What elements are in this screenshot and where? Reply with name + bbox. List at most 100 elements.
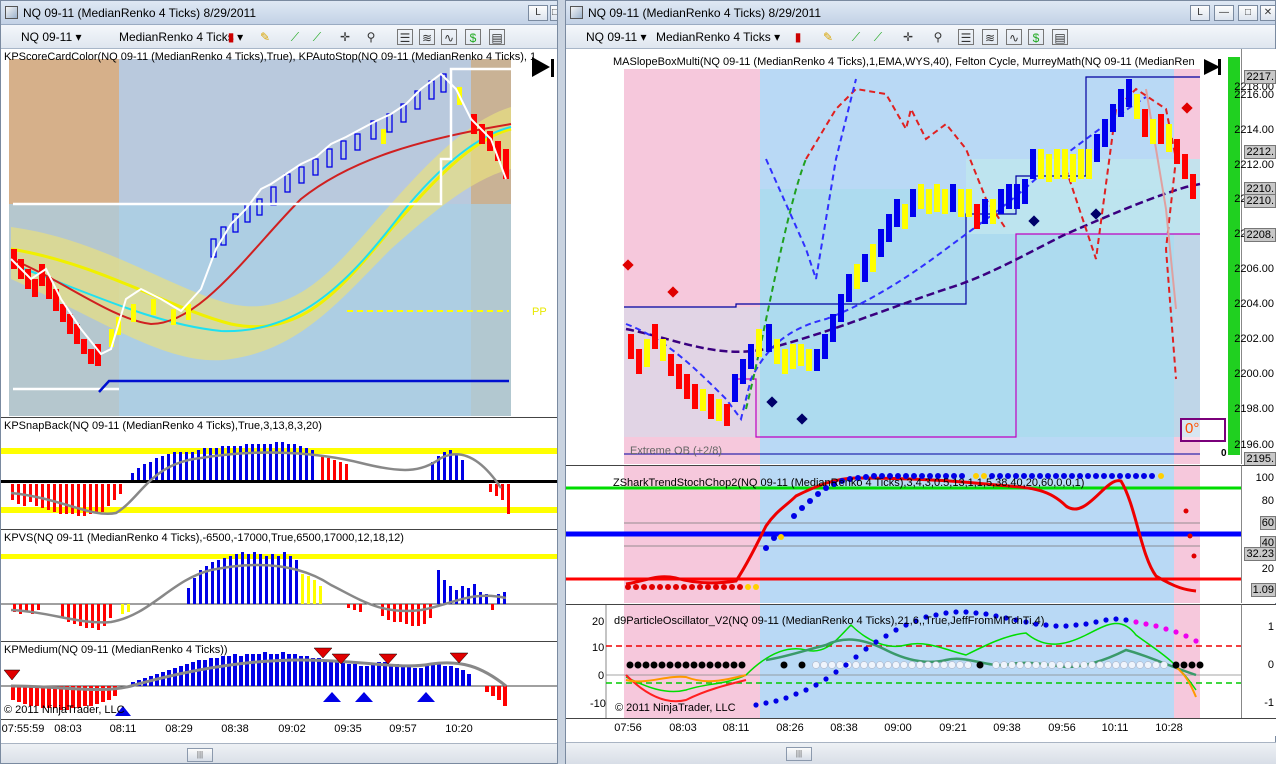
instrument-selector[interactable]: NQ 09-11 ▾: [584, 29, 649, 45]
data-box-icon[interactable]: ▤: [489, 29, 505, 45]
y-tick: 1: [1267, 621, 1274, 633]
zoom-icon[interactable]: ⚲: [363, 29, 379, 45]
price-tag: 2212.: [1244, 145, 1276, 159]
indicators-icon[interactable]: ≋: [419, 29, 435, 45]
right-title-bar[interactable]: NQ 09-11 (MedianRenko 4 Ticks) 8/29/2011…: [566, 1, 1275, 25]
data-box-icon[interactable]: ▤: [1052, 29, 1068, 45]
maximize-button[interactable]: □: [1238, 5, 1258, 21]
right-price-y-axis[interactable]: 2218.00 2216.00 2214.00 2212.00 2210.00 …: [1234, 49, 1276, 466]
properties-icon[interactable]: ☰: [958, 29, 974, 45]
x-tick: 09:00: [884, 722, 912, 734]
y-tick: 2204.00: [1234, 298, 1274, 310]
drawing-tool-icon[interactable]: ✎: [257, 29, 273, 45]
y-tick: 2206.00: [1234, 263, 1274, 275]
chevron-down-icon: ▾: [640, 30, 647, 44]
indicators-icon[interactable]: ≋: [982, 29, 998, 45]
link-button[interactable]: L: [1190, 5, 1210, 21]
shark-tag: 32.23: [1244, 547, 1276, 561]
period-value: MedianRenko 4 Ticks: [119, 30, 234, 44]
right-price-pane[interactable]: MASlopeBoxMulti(NQ 09-11 (MedianRenko 4 …: [566, 49, 1224, 464]
left-scrollbar[interactable]: |||: [1, 743, 557, 763]
link-button[interactable]: L: [528, 5, 548, 21]
y-tick: 80: [1261, 495, 1274, 507]
snapback-pane[interactable]: KPSnapBack(NQ 09-11 (MedianRenko 4 Ticks…: [1, 417, 557, 529]
x-tick: 09:38: [993, 722, 1021, 734]
bar-type-icon[interactable]: ▮: [790, 29, 806, 45]
particle-y-axis[interactable]: 1 0 -1: [1241, 604, 1276, 718]
x-tick: 09:35: [334, 723, 362, 735]
crosshair-icon[interactable]: ✛: [900, 29, 916, 45]
x-tick: 07:55:59: [1, 723, 45, 735]
minimize-button[interactable]: —: [1214, 5, 1234, 21]
add-line2-icon[interactable]: ⟋: [309, 29, 325, 45]
left-title-bar[interactable]: NQ 09-11 (MedianRenko 4 Ticks) 8/29/2011…: [1, 1, 557, 25]
y-tick: 100: [1255, 472, 1274, 484]
kpmedium-indicator-label: KPMedium(NQ 09-11 (MedianRenko 4 Ticks)): [4, 644, 228, 656]
price-tag: 2210.: [1244, 194, 1276, 208]
right-price-plot[interactable]: [566, 49, 1224, 464]
right-price-indicator-label: MASlopeBoxMulti(NQ 09-11 (MedianRenko 4 …: [613, 56, 1195, 68]
instrument-value: NQ 09-11: [586, 30, 638, 44]
zero-degree-box: 0°: [1180, 418, 1226, 442]
period-selector[interactable]: MedianRenko 4 Ticks ▾: [654, 29, 782, 45]
left-window-title: NQ 09-11 (MedianRenko 4 Ticks) 8/29/2011: [23, 6, 257, 20]
kpvs-plot[interactable]: [1, 530, 557, 641]
strategies-icon[interactable]: ∿: [441, 29, 457, 45]
bar-type-icon[interactable]: ▮: [223, 29, 239, 45]
right-time-axis: 07:56 08:03 08:11 08:26 08:38 09:00 09:2…: [566, 718, 1276, 736]
green-strength-bar: [1228, 57, 1240, 455]
x-tick: 08:29: [165, 723, 193, 735]
dollar-icon[interactable]: $: [465, 29, 481, 45]
y-left-tick: -10: [590, 698, 606, 710]
x-tick: 08:03: [54, 723, 82, 735]
right-scrollbar[interactable]: |||: [566, 742, 1276, 764]
left-copyright: © 2011 NinjaTrader, LLC: [4, 704, 125, 716]
pp-label: PP: [532, 306, 547, 318]
app-icon: [5, 6, 18, 19]
snapback-plot[interactable]: [1, 418, 557, 529]
zoom-icon[interactable]: ⚲: [930, 29, 946, 45]
left-price-pane[interactable]: KPScoreCardColor(NQ 09-11 (MedianRenko 4…: [1, 49, 557, 416]
x-tick: 08:03: [669, 722, 697, 734]
x-tick: 09:56: [1048, 722, 1076, 734]
left-chart-window[interactable]: NQ 09-11 (MedianRenko 4 Ticks) 8/29/2011…: [0, 0, 558, 764]
add-line-icon[interactable]: ⟋: [848, 29, 864, 45]
right-scroll-thumb[interactable]: |||: [786, 747, 812, 761]
kpmedium-pane[interactable]: KPMedium(NQ 09-11 (MedianRenko 4 Ticks))…: [1, 641, 557, 719]
left-scroll-thumb[interactable]: |||: [187, 748, 213, 762]
shark-pane[interactable]: ZSharkTrendStochChop2(NQ 09-11 (MedianRe…: [566, 465, 1241, 603]
strategies-icon[interactable]: ∿: [1006, 29, 1022, 45]
add-line2-icon[interactable]: ⟋: [870, 29, 886, 45]
y-tick: 2214.00: [1234, 124, 1274, 136]
chevron-down-icon: ▾: [774, 30, 781, 44]
kpvs-pane[interactable]: KPVS(NQ 09-11 (MedianRenko 4 Ticks),-650…: [1, 529, 557, 641]
particle-pane[interactable]: d9ParticleOscillator_V2(NQ 09-11 (Median…: [566, 604, 1241, 718]
close-button[interactable]: ✕: [1260, 5, 1275, 21]
particle-indicator-label: d9ParticleOscillator_V2(NQ 09-11 (Median…: [614, 615, 1045, 627]
y-tick: 2212.00: [1234, 159, 1274, 171]
properties-icon[interactable]: ☰: [397, 29, 413, 45]
add-line-icon[interactable]: ⟋: [287, 29, 303, 45]
x-tick: 09:57: [389, 723, 417, 735]
y-tick: 0: [1267, 659, 1274, 671]
left-price-indicator-label: KPScoreCardColor(NQ 09-11 (MedianRenko 4…: [4, 51, 537, 63]
y-tick: 2216.00: [1234, 89, 1274, 101]
shark-y-axis[interactable]: 100 80 60 40 20 0 60 40 32.23 1.09: [1241, 465, 1276, 603]
maximize-button[interactable]: □: [550, 5, 557, 21]
kpvs-indicator-label: KPVS(NQ 09-11 (MedianRenko 4 Ticks),-650…: [4, 532, 404, 544]
period-value: MedianRenko 4 Ticks: [656, 30, 771, 44]
dollar-icon[interactable]: $: [1028, 29, 1044, 45]
extreme-ob-label: Extreme OB (+2/8): [630, 445, 723, 457]
instrument-selector[interactable]: NQ 09-11 ▾: [19, 29, 84, 45]
x-tick: 08:38: [830, 722, 858, 734]
y-tick: 2202.00: [1234, 333, 1274, 345]
crosshair-icon[interactable]: ✛: [337, 29, 353, 45]
left-time-axis: 07:55:59 08:03 08:11 08:29 08:38 09:02 0…: [1, 719, 557, 737]
x-tick: 10:11: [1101, 722, 1129, 734]
shark-tag: 60: [1259, 516, 1276, 530]
instrument-value: NQ 09-11: [21, 30, 73, 44]
x-tick: 10:20: [445, 723, 473, 735]
drawing-tool-icon[interactable]: ✎: [820, 29, 836, 45]
y-tick: 20: [1261, 563, 1274, 575]
left-price-plot[interactable]: [1, 49, 557, 416]
